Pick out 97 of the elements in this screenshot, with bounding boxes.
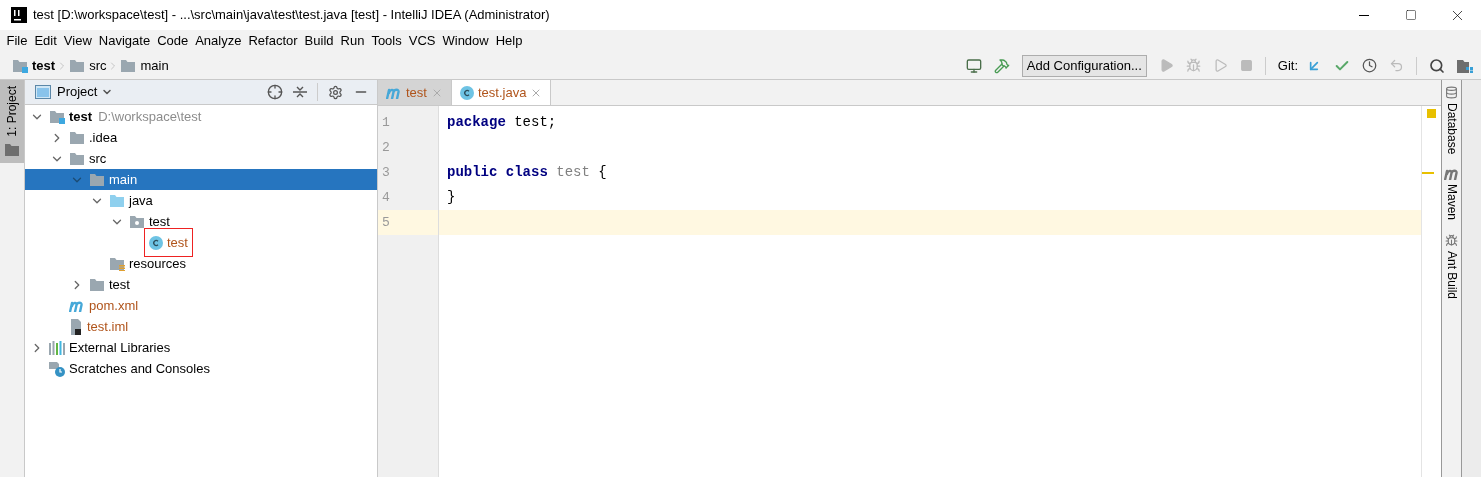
tree-row[interactable]: src: [25, 148, 377, 169]
maven-icon: [386, 86, 402, 99]
menu-item[interactable]: Build: [301, 31, 337, 51]
breadcrumb[interactable]: src: [69, 55, 107, 76]
folder-icon: [4, 142, 20, 157]
menu-item[interactable]: Run: [337, 31, 368, 51]
folder-icon: [69, 151, 85, 166]
menu-item[interactable]: Tools: [367, 31, 406, 51]
package-icon: [129, 214, 145, 229]
add-configuration-button[interactable]: Add Configuration...: [1021, 54, 1147, 77]
tree-item-label: External Libraries: [69, 338, 171, 357]
search-icon[interactable]: [1429, 57, 1445, 74]
tree-item-label: src: [89, 149, 107, 168]
warning-stripe: [1421, 172, 1434, 174]
menu-item[interactable]: Help: [492, 31, 526, 51]
line-number: 4: [382, 188, 390, 207]
app-logo-icon: [11, 7, 27, 23]
tree-item-label: Scratches and Consoles: [69, 359, 210, 378]
tree-item-label: test: [69, 107, 93, 126]
tree-row[interactable]: test: [25, 274, 377, 295]
menu-item[interactable]: Edit: [30, 31, 61, 51]
line-number: 5: [382, 213, 390, 232]
folder-icon: [69, 58, 86, 73]
tree-row[interactable]: test: [25, 211, 377, 232]
maven-icon: [69, 299, 85, 312]
bug-icon: [1445, 234, 1458, 248]
tree-row[interactable]: .idea: [25, 127, 377, 148]
menu-item[interactable]: Refactor: [244, 31, 302, 51]
line-number: 3: [382, 163, 390, 182]
code-line: }: [447, 188, 456, 207]
code-line: package test;: [447, 113, 557, 132]
collapse-all-icon[interactable]: [293, 85, 307, 99]
tree-row[interactable]: java: [25, 190, 377, 211]
scratches-icon: [49, 360, 65, 377]
maven-icon: [1443, 168, 1460, 181]
database-icon: [1445, 86, 1458, 99]
git-label: Git:: [1277, 56, 1298, 75]
tool-window-tab[interactable]: Maven: [1442, 168, 1461, 221]
project-tool-tab[interactable]: 1: Project: [0, 80, 24, 163]
tree-item-label: pom.xml: [89, 296, 139, 315]
module-folder-icon: [49, 109, 65, 124]
project-view-dropdown[interactable]: Project: [57, 82, 114, 102]
resources-folder-icon: [109, 256, 125, 271]
tree-row[interactable]: test: [25, 232, 377, 253]
source-folder-icon: [109, 193, 125, 208]
class-icon: [149, 235, 163, 250]
module-path: D:\workspace\test: [98, 107, 202, 126]
window-title: test [D:\workspace\test] - ...\src\main\java\test\test.java [test] - IntelliJ IDEA (Administrator): [33, 6, 550, 25]
tree-item-label: test: [149, 212, 170, 231]
terminal-icon[interactable]: [965, 57, 982, 74]
menu-item[interactable]: Code: [153, 31, 192, 51]
folder-icon: [89, 172, 105, 187]
folder-icon: [69, 130, 85, 145]
tree-item-label: java: [129, 191, 153, 210]
tree-item-label: test: [109, 275, 130, 294]
tree-row[interactable]: main: [25, 169, 377, 190]
history-icon[interactable]: [1362, 58, 1377, 73]
project-structure-icon[interactable]: [1457, 58, 1473, 73]
locate-icon[interactable]: [267, 84, 283, 100]
maximize-icon: [1404, 9, 1417, 21]
tree-item-label: test.iml: [87, 317, 129, 336]
menu-item[interactable]: File: [3, 31, 31, 51]
status-indicator-icon: [1427, 109, 1436, 118]
menu-item[interactable]: Navigate: [95, 31, 154, 51]
tree-row[interactable]: test D:\workspace\test: [25, 106, 377, 127]
build-icon[interactable]: [993, 57, 1010, 74]
minimize-icon: [1358, 14, 1369, 16]
editor-tab[interactable]: test: [378, 80, 452, 105]
tree-item-label: test: [167, 233, 188, 252]
class-icon: [459, 85, 474, 100]
menu-item[interactable]: Analyze: [191, 31, 245, 51]
tree-item-label: .idea: [89, 128, 118, 147]
tree-item-label: resources: [129, 254, 187, 273]
editor-tab[interactable]: test.java: [451, 80, 552, 105]
line-number: 2: [382, 138, 390, 157]
folder-icon: [89, 277, 105, 292]
menu-item[interactable]: VCS: [405, 31, 439, 51]
tree-item-label: main: [109, 170, 138, 189]
tree-row[interactable]: pom.xml: [25, 295, 377, 316]
tree-row[interactable]: Scratches and Consoles: [25, 358, 377, 379]
breadcrumb[interactable]: main: [120, 55, 169, 76]
menu-item[interactable]: View: [60, 31, 96, 51]
tree-row[interactable]: External Libraries: [25, 337, 377, 358]
tool-window-tab[interactable]: Database: [1442, 86, 1461, 155]
folder-icon: [120, 58, 137, 73]
tree-row[interactable]: test.iml: [25, 316, 377, 337]
line-number: 1: [382, 113, 390, 132]
menu-item[interactable]: Window: [438, 31, 493, 51]
breadcrumb[interactable]: test: [12, 55, 56, 76]
tool-window-tab[interactable]: Ant Build: [1442, 234, 1461, 300]
file-icon: [69, 318, 83, 335]
code-line: public class test {: [447, 163, 607, 182]
project-view-icon: [35, 85, 51, 99]
libraries-icon: [49, 340, 65, 355]
settings-icon[interactable]: [328, 84, 343, 100]
module-folder-icon: [12, 58, 28, 73]
tree-row[interactable]: resources: [25, 253, 377, 274]
